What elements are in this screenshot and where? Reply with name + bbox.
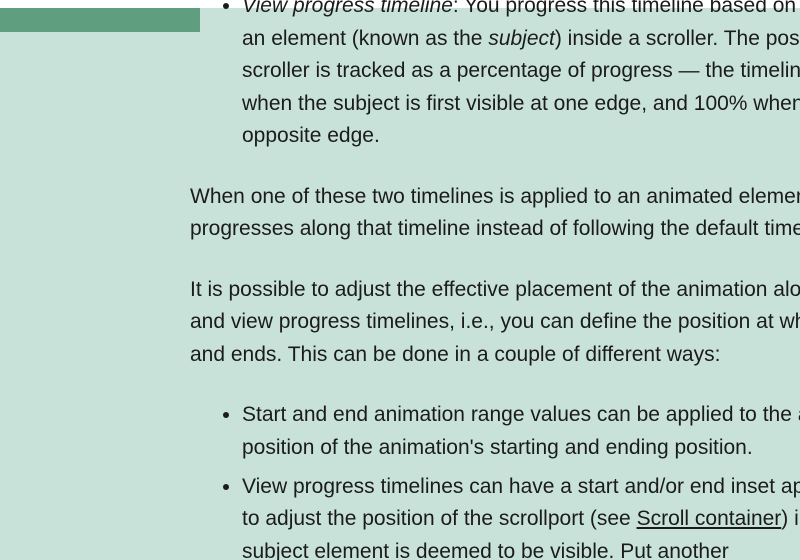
- sidebar-active-indicator: [0, 8, 200, 32]
- scroll-container-link[interactable]: Scroll container: [637, 507, 782, 530]
- timeline-types-list: View progress timeline: You progress thi…: [190, 0, 800, 153]
- term-view-progress: View progress timeline: [242, 0, 453, 17]
- article-content: View progress timeline: You progress thi…: [190, 0, 800, 560]
- paragraph: When one of these two timelines is appli…: [190, 181, 800, 246]
- paragraph: It is possible to adjust the effective p…: [190, 274, 800, 372]
- list-item: Start and end animation range values can…: [242, 399, 800, 464]
- list-item: View progress timeline: You progress thi…: [242, 0, 800, 153]
- list-item: View progress timelines can have a start…: [242, 471, 800, 560]
- term-subject: subject: [488, 27, 555, 50]
- adjustment-ways-list: Start and end animation range values can…: [190, 399, 800, 560]
- page: View progress timeline: You progress thi…: [0, 0, 800, 560]
